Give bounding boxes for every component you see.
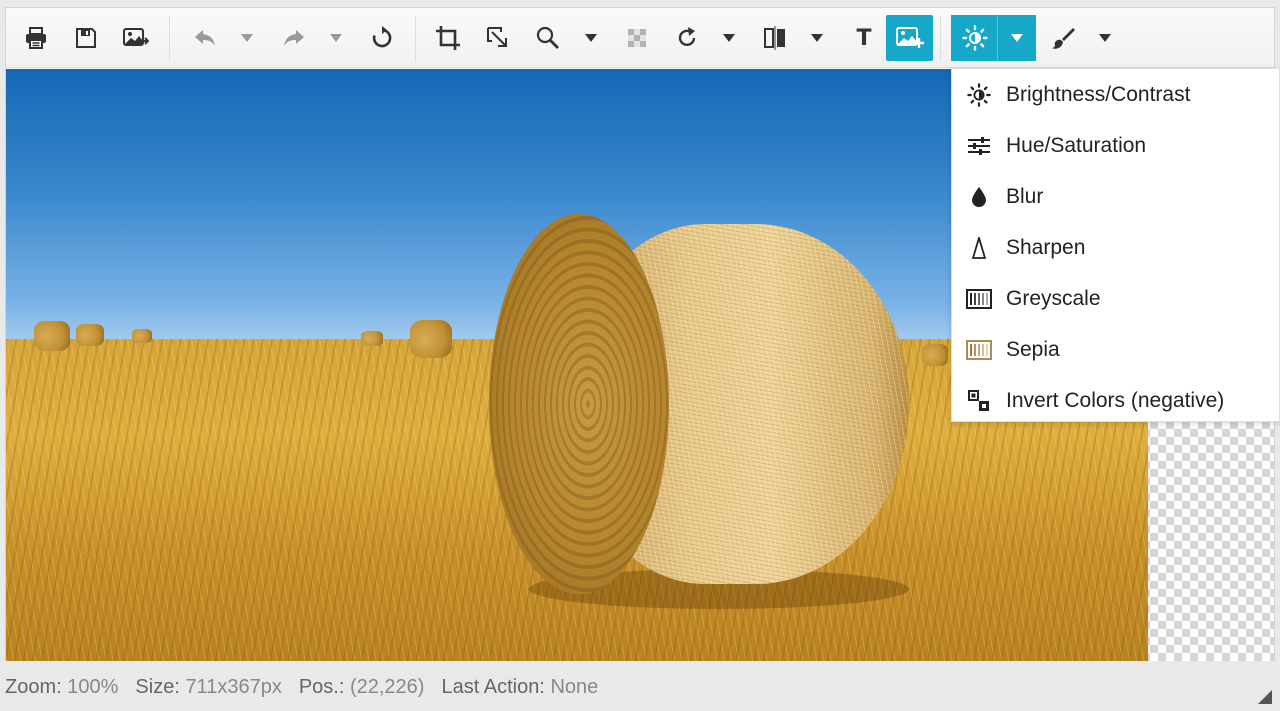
chevron-down-icon — [585, 34, 597, 42]
menu-item-label: Blur — [1006, 184, 1044, 208]
menu-item-sharpen[interactable]: Sharpen — [952, 222, 1279, 273]
toolbar-separator — [169, 16, 170, 62]
invert-icon — [966, 388, 992, 414]
reset-button[interactable] — [366, 15, 398, 61]
chevron-down-icon — [1011, 34, 1023, 42]
zoom-label: Zoom: — [5, 676, 68, 698]
flip-dropdown[interactable] — [804, 15, 830, 61]
crop-button[interactable] — [432, 15, 464, 61]
print-button[interactable] — [20, 15, 52, 61]
flip-icon — [764, 26, 785, 50]
draw-dropdown[interactable] — [1092, 15, 1118, 61]
position-status: Pos.: (22,226) — [299, 676, 425, 702]
toolbar: T — [6, 8, 1274, 68]
crop-icon — [436, 26, 460, 50]
chevron-down-icon — [1099, 34, 1111, 42]
small-bale — [132, 329, 152, 343]
text-icon: T — [856, 25, 872, 51]
resize-grip-icon[interactable] — [1258, 690, 1272, 704]
undo-button[interactable] — [189, 15, 221, 61]
chevron-down-icon — [723, 34, 735, 42]
size-label: Size: — [135, 676, 186, 698]
undo-icon — [195, 30, 215, 46]
menu-item-brightness-contrast[interactable]: Brightness/Contrast — [952, 69, 1279, 120]
last-action-label: Last Action: — [441, 676, 551, 698]
chevron-down-icon — [811, 34, 823, 42]
filters-menu: Brightness/Contrast Hue/Saturation Blur … — [951, 68, 1280, 422]
small-bale — [922, 344, 948, 366]
menu-item-label: Hue/Saturation — [1006, 133, 1147, 157]
last-action-value: None — [550, 676, 599, 698]
menu-item-label: Sharpen — [1006, 235, 1086, 259]
redo-button[interactable] — [278, 15, 310, 61]
zoom-icon — [536, 26, 559, 49]
menu-item-hue-saturation[interactable]: Hue/Saturation — [952, 120, 1279, 171]
zoom-value: 100% — [67, 676, 119, 698]
menu-item-sepia[interactable]: Sepia — [952, 324, 1279, 375]
brightness-icon — [966, 82, 992, 108]
drop-icon — [966, 184, 992, 210]
filters-dropdown[interactable] — [998, 15, 1036, 61]
menu-item-label: Brightness/Contrast — [1006, 82, 1191, 106]
redo-dropdown[interactable] — [323, 15, 349, 61]
small-bale — [34, 321, 70, 351]
menu-item-greyscale[interactable]: Greyscale — [952, 273, 1279, 324]
rotate-icon — [678, 27, 696, 47]
large-bale — [489, 214, 919, 609]
zoom-status: Zoom: 100% — [5, 676, 118, 702]
image-add-icon — [895, 27, 924, 48]
greyscale-icon — [966, 286, 992, 312]
position-value: (22,226) — [349, 676, 425, 698]
menu-item-label: Greyscale — [1006, 286, 1101, 310]
export-image-button[interactable] — [120, 15, 152, 61]
status-bar: Zoom: 100% Size: 711x367px Pos.: (22,226… — [5, 676, 615, 702]
sliders-icon — [966, 133, 992, 159]
save-icon — [76, 28, 96, 48]
size-status: Size: 711x367px — [135, 676, 281, 702]
menu-item-label: Invert Colors (negative) — [1006, 388, 1225, 412]
checkerboard-icon — [628, 29, 646, 47]
transparency-button[interactable] — [621, 15, 653, 61]
sharpen-icon — [966, 235, 992, 261]
rotate-dropdown[interactable] — [716, 15, 742, 61]
zoom-dropdown[interactable] — [578, 15, 604, 61]
small-bale — [76, 324, 104, 346]
rotate-button[interactable] — [671, 15, 703, 61]
menu-item-label: Sepia — [1006, 337, 1060, 361]
resize-icon — [487, 27, 507, 47]
brightness-icon — [961, 25, 988, 51]
resize-button[interactable] — [482, 15, 514, 61]
position-label: Pos.: — [298, 676, 350, 698]
chevron-down-icon — [241, 34, 253, 42]
draw-button[interactable] — [1046, 15, 1080, 61]
text-button[interactable]: T — [848, 15, 880, 61]
chevron-down-icon — [330, 34, 342, 42]
filters-button[interactable] — [951, 15, 998, 61]
image-export-icon — [123, 28, 149, 46]
flip-button[interactable] — [759, 15, 791, 61]
sepia-icon — [966, 337, 992, 363]
print-icon — [26, 27, 46, 49]
undo-dropdown[interactable] — [234, 15, 260, 61]
brush-icon — [1052, 28, 1075, 49]
toolbar-separator — [415, 16, 416, 62]
save-button[interactable] — [70, 15, 102, 61]
redo-icon — [284, 30, 304, 46]
reset-icon — [372, 26, 392, 48]
small-bale — [410, 320, 452, 358]
zoom-button[interactable] — [532, 15, 564, 61]
small-bale — [361, 331, 383, 346]
insert-image-button[interactable] — [886, 15, 933, 61]
menu-item-blur[interactable]: Blur — [952, 171, 1279, 222]
size-value: 711x367px — [185, 676, 282, 698]
toolbar-separator — [940, 16, 941, 62]
last-action-status: Last Action: None — [441, 676, 598, 702]
menu-item-invert-colors[interactable]: Invert Colors (negative) — [952, 375, 1279, 426]
